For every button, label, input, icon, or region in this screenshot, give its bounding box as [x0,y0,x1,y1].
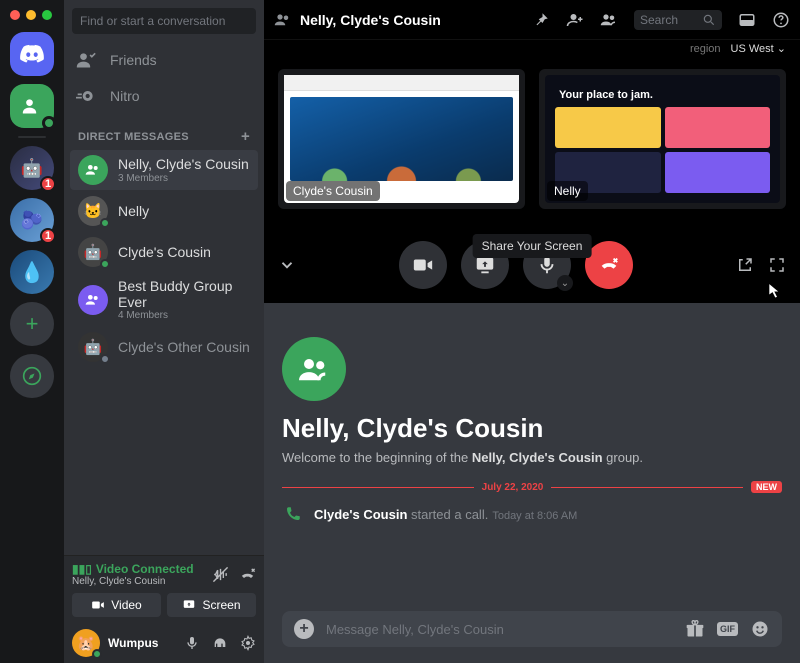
screen-button[interactable]: Screen [167,593,256,617]
self-avatar[interactable]: 🐹 [72,629,100,657]
group-icon [274,11,292,29]
composer-placeholder: Message Nelly, Clyde's Cousin [326,622,673,637]
emoji-icon[interactable] [750,619,770,639]
new-badge: NEW [751,481,782,493]
region-selector[interactable]: US West ⌄ [731,42,786,55]
attach-button[interactable]: + [294,619,314,639]
dm-search-input[interactable]: Find or start a conversation [72,8,256,34]
members-icon[interactable] [600,11,618,29]
dm-header: DIRECT MESSAGES + [64,114,264,149]
notification-badge: 1 [40,228,56,244]
explore-button[interactable] [10,354,54,398]
guild-server-2[interactable]: 🤖 1 [10,146,54,190]
user-panel: 🐹 Wumpus [64,623,264,663]
message-composer[interactable]: + Message Nelly, Clyde's Cousin GIF [282,611,782,647]
dm-sidebar: Find or start a conversation Friends Nit… [64,0,264,663]
inbox-icon[interactable] [738,11,756,29]
gif-button[interactable]: GIF [717,622,738,636]
mute-icon[interactable] [184,635,200,651]
noise-suppression-icon[interactable] [212,566,229,583]
channel-title: Nelly, Clyde's Cousin [300,12,441,28]
group-avatar [78,285,108,315]
user-avatar: 🐱 [78,196,108,226]
dm-item[interactable]: Nelly, Clyde's Cousin3 Members [70,150,258,190]
settings-icon[interactable] [240,635,256,651]
dm-item[interactable]: 🤖 Clyde's Cousin [70,232,258,272]
tooltip: Share Your Screen [473,234,592,258]
phone-icon [284,505,302,523]
deafen-icon[interactable] [212,635,228,651]
minimize-window[interactable] [26,10,36,20]
window-controls [10,10,52,20]
region-row: region US West ⌄ [264,40,800,61]
chevron-down-icon[interactable]: ⌄ [557,275,573,291]
maximize-window[interactable] [42,10,52,20]
guild-server-4[interactable]: 💧 [10,250,54,294]
voice-status: ▮▮▯Video Connected [72,562,194,576]
chevron-down-icon: ⌄ [777,43,786,55]
top-bar: Nelly, Clyde's Cousin Search [264,0,800,40]
help-icon[interactable] [772,11,790,29]
user-avatar: 🤖 [78,332,108,362]
dm-item[interactable]: Best Buddy Group Ever4 Members [70,273,258,326]
tile-label: Clyde's Cousin [286,181,380,201]
search-icon [702,13,716,27]
add-server-button[interactable]: + [10,302,54,346]
user-avatar: 🤖 [78,237,108,267]
call-area: Clyde's Cousin Your place to jam. Nelly … [264,61,800,303]
group-icon [282,337,346,401]
video-tile[interactable]: Your place to jam. Nelly [539,69,786,209]
dm-item[interactable]: 🤖 Clyde's Other Cousin [70,327,258,367]
add-friend-icon[interactable] [566,11,584,29]
create-dm-button[interactable]: + [241,128,250,145]
search-input[interactable]: Search [634,10,722,30]
fullscreen-icon[interactable] [768,256,786,274]
gift-icon[interactable] [685,619,705,639]
welcome-subtitle: Welcome to the beginning of the Nelly, C… [282,450,782,465]
disconnect-icon[interactable] [239,566,256,583]
friends-link[interactable]: Friends [64,42,264,78]
hangup-button[interactable] [585,241,633,289]
dm-item[interactable]: 🐱 Nelly [70,191,258,231]
pin-icon[interactable] [532,11,550,29]
home-button[interactable] [10,32,54,76]
guild-bar: 🤖 1 🫐 1 💧 + [0,0,64,663]
date-divider: July 22, 2020NEW [282,481,782,493]
guild-separator [18,136,46,138]
nitro-label: Nitro [110,88,140,104]
chat-area: Nelly, Clyde's Cousin Welcome to the beg… [264,303,800,663]
group-avatar [78,155,108,185]
system-message: Clyde's Cousin started a call.Today at 8… [282,501,782,533]
welcome-title: Nelly, Clyde's Cousin [282,413,782,444]
self-username: Wumpus [108,636,176,650]
guild-server-1[interactable] [10,84,54,128]
collapse-call-icon[interactable] [278,256,296,274]
guild-server-3[interactable]: 🫐 1 [10,198,54,242]
nitro-link[interactable]: Nitro [64,78,264,114]
popout-icon[interactable] [736,256,754,274]
video-button[interactable]: Video [72,593,161,617]
video-tile[interactable]: Clyde's Cousin [278,69,525,209]
camera-button[interactable] [399,241,447,289]
close-window[interactable] [10,10,20,20]
voice-panel: ▮▮▯Video Connected Nelly, Clyde's Cousin… [64,555,264,623]
main-content: Nelly, Clyde's Cousin Search region US W… [264,0,800,663]
notification-badge: 1 [40,176,56,192]
friends-label: Friends [110,52,157,68]
tile-label: Nelly [547,181,588,201]
voice-channel-name: Nelly, Clyde's Cousin [72,576,194,587]
